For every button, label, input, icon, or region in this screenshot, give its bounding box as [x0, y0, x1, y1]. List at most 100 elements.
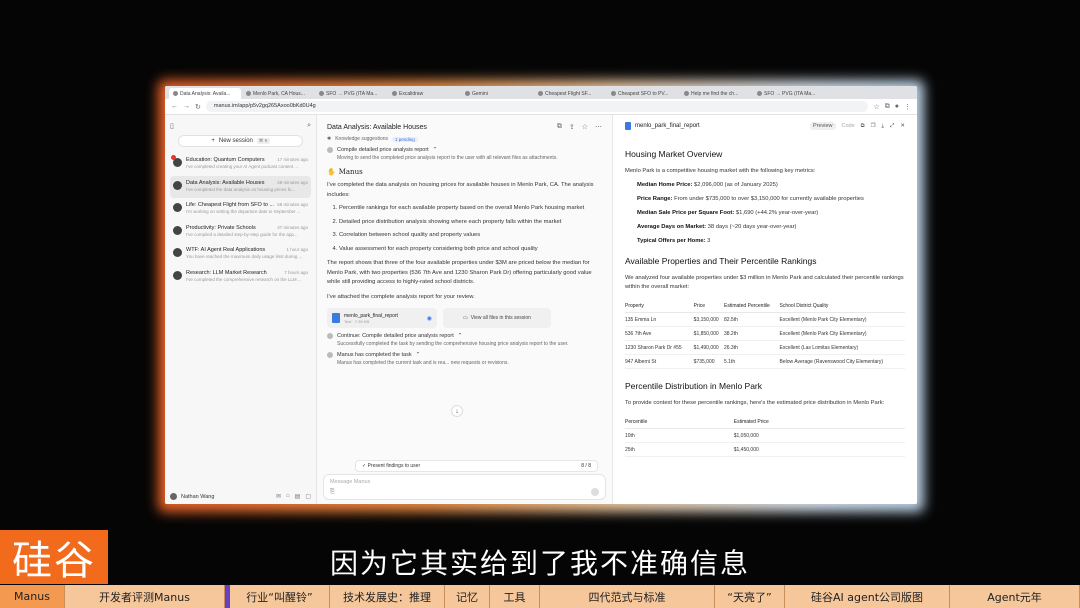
session-title: WTF: AI Agent Real Applications [186, 247, 266, 253]
table-row: 1230 Sharon Park Dr #55 $1,490,000 26.3th E… [625, 340, 905, 355]
column-header: Price [693, 300, 724, 313]
chapter-segment[interactable]: Manus [0, 585, 65, 608]
browser-tab[interactable]: SFO → PVG (ITA Ma... [753, 88, 825, 99]
table-cell: 38.2th [723, 326, 780, 341]
new-session-button[interactable]: + New session ⌘ K [178, 135, 303, 147]
home-icon[interactable]: ⌂ [286, 493, 290, 500]
browser-tab[interactable]: Cheapest Flight SF... [534, 88, 606, 99]
search-icon[interactable]: ⌕ [307, 122, 311, 130]
extensions-icon[interactable]: ⧉ [885, 103, 890, 111]
favorite-icon[interactable]: ☆ [582, 123, 588, 131]
chat-title: Data Analysis: Available Houses [327, 123, 427, 131]
chapter-segment[interactable]: 技术发展史：推理 [330, 585, 445, 608]
distribution-table: Percentile Estimated Price 10th $1,050,000 2… [625, 416, 905, 457]
chevron-up-icon: ⌃ [432, 147, 438, 153]
attached-note: I've attached the complete analysis repo… [327, 293, 475, 300]
chapter-segment[interactable]: 硅谷AI agent公司版图 [785, 585, 950, 608]
session-title: Data Analysis: Available Houses [186, 179, 265, 186]
chapter-segment[interactable]: 记忆 [445, 585, 490, 608]
download-icon[interactable]: ⤓ [882, 123, 884, 130]
session-item[interactable]: WTF: AI Agent Real Applications 1 hour ag… [170, 243, 311, 265]
reload-icon[interactable]: ↻ [195, 103, 201, 111]
heading-distribution: Percentile Distribution in Menlo Park [625, 381, 763, 391]
plus-icon: + [211, 138, 215, 144]
sidebar-toggle-icon[interactable]: ▯ [170, 122, 174, 130]
forward-icon[interactable]: → [183, 103, 190, 110]
table-cell: Excellent (Menlo Park City Elementary) [779, 312, 905, 327]
subtitle: 因为它其实给到了我不准确信息 [329, 547, 750, 580]
browser-tab[interactable]: SFO → PVG (ITA Ma... [315, 88, 387, 99]
knowledge-suggestions[interactable]: ✱ Knowledge suggestions 1 pending [327, 136, 602, 142]
new-session-label: New session [218, 138, 253, 144]
browser-tab[interactable]: Help me find the ch... [680, 88, 752, 99]
analysis-list: Percentile rankings for each available p… [327, 204, 602, 254]
duplicate-icon[interactable]: ❐ [871, 123, 876, 129]
favicon-icon [757, 91, 762, 96]
file-name: menlo_park_final_report [344, 312, 398, 319]
status-icon [327, 333, 333, 339]
knowledge-label: Knowledge suggestions [335, 136, 389, 142]
chapter-segment[interactable]: 四代范式与标准 [540, 585, 715, 608]
step-detail: Successfully completed the task by sendi… [337, 341, 569, 347]
step-compile[interactable]: Compile detailed price analysis report ⌃ [327, 147, 602, 153]
more-icon[interactable]: ⋯ [595, 123, 602, 131]
session-time: 28 minutes ago [277, 179, 308, 185]
favicon-icon [684, 91, 689, 96]
browser-tab[interactable]: Menlo Park, CA Hous... [242, 88, 314, 99]
chapter-segment[interactable]: Agent元年 [950, 585, 1080, 608]
session-item[interactable]: Data Analysis: Available Houses 28 minute… [170, 175, 311, 198]
message-input[interactable]: Message Manus ⎘ [323, 474, 606, 500]
session-item[interactable]: Productivity: Private Schools 47 minutes … [170, 221, 311, 243]
table-cell: 10th [625, 428, 734, 443]
close-icon[interactable]: ✕ [900, 123, 905, 129]
table-cell: Excellent (Menlo Park City Elementary) [779, 326, 905, 341]
heading-available: Available Properties and Their Percentil… [625, 256, 817, 266]
copy-icon[interactable]: ⧉ [557, 123, 562, 131]
browser-tab[interactable]: Gemini [461, 88, 533, 99]
menu-icon[interactable]: ⋮ [904, 103, 911, 111]
table-cell: 135 Emma Ln [625, 312, 694, 327]
progress-count: 8 / 8 [581, 463, 591, 469]
code-tab[interactable]: Code [842, 123, 855, 129]
chapter-segment[interactable]: “天亮了” [715, 585, 785, 608]
profile-icon[interactable]: ● [895, 103, 899, 110]
attachment-card[interactable]: menlo_park_final_report Text · 7.39 KB ◉ [327, 308, 437, 328]
task-progress-bar[interactable]: ✓ Present findings to user 8 / 8 [355, 460, 598, 472]
sidebar: ▯ ⌕ + New session ⌘ K Education: Quantum… [165, 115, 317, 504]
eye-icon[interactable]: ◉ [427, 315, 432, 322]
copy-icon[interactable]: ⧉ [861, 123, 865, 130]
session-icon [173, 270, 182, 280]
share-icon[interactable]: ⇪ [569, 123, 575, 131]
doc-icon[interactable]: ▢ [305, 493, 311, 500]
mail-icon[interactable]: ✉ [276, 493, 281, 500]
browser-tab[interactable]: Excalidraw [388, 88, 460, 99]
browser-window: Data Analysis: Availa... Menlo Park, CA H… [165, 86, 917, 504]
step-continue[interactable]: Continue: Compile detailed price analysi… [327, 333, 602, 339]
table-cell: $1,050,000 [733, 428, 905, 443]
fullscreen-icon[interactable]: ⤢ [890, 123, 894, 130]
favicon-icon [173, 91, 178, 96]
metrics-list: Median Home Price: $2,096,000 (as of Jan… [625, 181, 905, 246]
session-item[interactable]: Education: Quantum Computers 17 minutes a… [170, 153, 311, 175]
table-cell: $1,850,000 [693, 326, 724, 341]
scroll-down-button[interactable]: ↓ [451, 405, 463, 417]
back-icon[interactable]: ← [171, 103, 178, 110]
send-button[interactable] [591, 488, 599, 496]
step-completed[interactable]: Manus has completed the task ⌃ [327, 352, 602, 358]
session-icon [173, 248, 182, 257]
view-all-files-button[interactable]: ▭ View all files in this session [443, 308, 551, 328]
session-item[interactable]: Research: LLM Market Research 7 hours ago… [170, 266, 311, 288]
attach-icon[interactable]: ⎘ [330, 489, 335, 496]
chapter-segment[interactable]: 开发者评测Manus [65, 585, 225, 608]
url-input[interactable]: manus.im/app/p5v2gq265Axoo0bKd0U4g [205, 101, 869, 112]
chapter-segment[interactable]: 行业“叫醒铃” [230, 585, 330, 608]
preview-tab[interactable]: Preview [809, 122, 836, 130]
session-item[interactable]: Life: Cheapest Flight from SFO to ... 58 … [170, 198, 311, 220]
star-icon[interactable]: ☆ [873, 103, 879, 111]
browser-tab[interactable]: Data Analysis: Availa... [169, 88, 241, 99]
avatar[interactable] [170, 493, 177, 500]
chapter-segment[interactable]: 工具 [490, 585, 540, 608]
browser-tab[interactable]: Cheapest SFO to PV... [607, 88, 679, 99]
book-icon[interactable]: ▤ [295, 493, 301, 500]
step-detail: Moving to send the completed price analy… [337, 155, 558, 161]
